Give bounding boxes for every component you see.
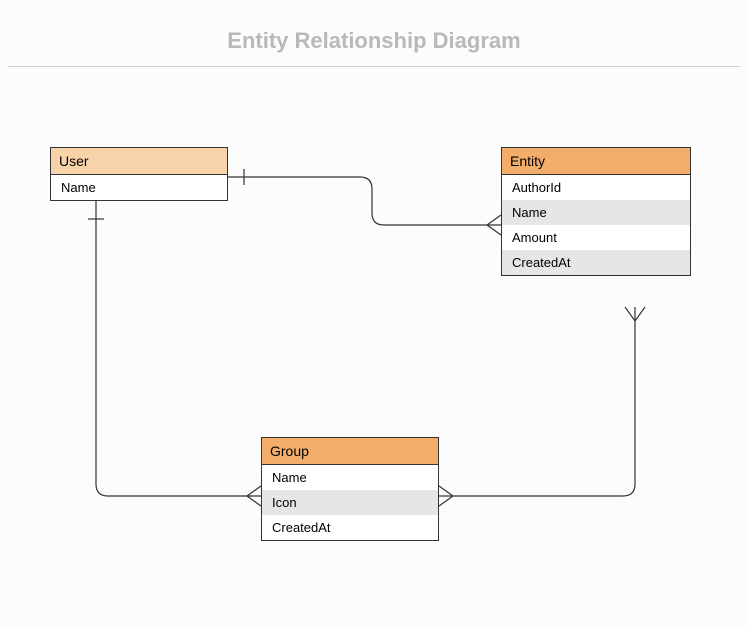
entity-entity-header: Entity	[502, 148, 690, 175]
entity-user[interactable]: User Name	[50, 147, 228, 201]
entity-entity[interactable]: Entity AuthorId Name Amount CreatedAt	[501, 147, 691, 276]
entity-group-attr-1: Icon	[262, 490, 438, 515]
entity-group-attr-2: CreatedAt	[262, 515, 438, 540]
entity-user-attr-0: Name	[51, 175, 227, 200]
rel-user-entity	[228, 177, 501, 225]
entity-group-header: Group	[262, 438, 438, 465]
entity-user-header: User	[51, 148, 227, 175]
entity-group-attr-0: Name	[262, 465, 438, 490]
diagram-canvas: User Name Entity AuthorId Name Amount Cr…	[0, 67, 748, 607]
entity-entity-attr-3: CreatedAt	[502, 250, 690, 275]
entity-group[interactable]: Group Name Icon CreatedAt	[261, 437, 439, 541]
entity-entity-attr-1: Name	[502, 200, 690, 225]
entity-entity-attr-2: Amount	[502, 225, 690, 250]
page-title: Entity Relationship Diagram	[0, 0, 748, 66]
rel-entity-group	[439, 307, 635, 496]
entity-entity-attr-0: AuthorId	[502, 175, 690, 200]
rel-user-group	[96, 201, 261, 496]
